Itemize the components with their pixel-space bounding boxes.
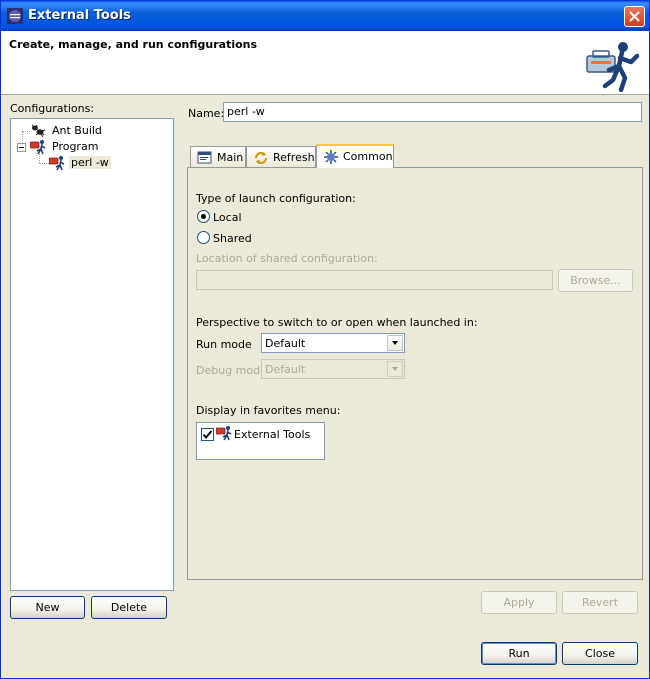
program-run-icon: [48, 155, 66, 171]
external-tools-runner-icon: [585, 40, 641, 93]
common-icon: [323, 149, 339, 165]
favorites-item-label: External Tools: [234, 428, 311, 441]
new-button[interactable]: New: [10, 596, 85, 619]
ant-icon: [30, 123, 47, 139]
favorites-label: Display in favorites menu:: [196, 404, 341, 417]
eclipse-icon: [7, 8, 23, 24]
tree-item-label: perl -w: [69, 156, 111, 169]
tree-item-label: Program: [52, 140, 99, 153]
program-icon: [29, 139, 47, 155]
debug-mode-select[interactable]: Default: [261, 359, 405, 379]
window-title: External Tools: [28, 8, 131, 23]
launch-type-label: Type of launch configuration:: [196, 192, 356, 205]
external-tools-dialog: External Tools Create, manage, and run c…: [0, 0, 650, 679]
perspective-label: Perspective to switch to or open when la…: [196, 316, 478, 329]
tab-main-label: Main: [217, 151, 244, 164]
delete-button[interactable]: Delete: [91, 596, 167, 619]
favorites-list[interactable]: External Tools: [196, 422, 325, 460]
debug-mode-label: Debug mode: [196, 364, 267, 377]
name-label: Name:: [188, 107, 225, 120]
run-mode-label: Run mode: [196, 338, 252, 351]
local-radio-label: Local: [213, 211, 242, 224]
run-mode-value: Default: [265, 337, 306, 350]
name-input[interactable]: perl -w: [223, 102, 642, 122]
refresh-icon: [253, 150, 269, 166]
dialog-banner: Create, manage, and run configurations: [1, 31, 649, 95]
main-tab-icon: [197, 150, 213, 166]
tree-connector: [22, 131, 30, 132]
local-radio[interactable]: [197, 210, 210, 223]
close-button[interactable]: Close: [562, 642, 638, 665]
banner-title: Create, manage, and run configurations: [9, 38, 258, 51]
configurations-label: Configurations:: [10, 102, 95, 115]
tab-common-label: Common: [343, 150, 393, 163]
shared-radio-label: Shared: [213, 232, 252, 245]
favorites-checkbox-external-tools[interactable]: [201, 428, 214, 441]
chevron-down-icon[interactable]: [387, 335, 403, 351]
tree-connector: [39, 163, 49, 164]
shared-location-input[interactable]: [196, 270, 553, 290]
tab-main[interactable]: Main: [190, 146, 246, 167]
tab-common[interactable]: Common: [316, 144, 394, 168]
tree-item-label: Ant Build: [52, 124, 102, 137]
shared-radio[interactable]: [197, 231, 210, 244]
browse-button[interactable]: Browse...: [558, 269, 633, 292]
debug-mode-value: Default: [265, 363, 306, 376]
title-bar[interactable]: External Tools: [1, 1, 649, 31]
external-tools-icon: [215, 425, 233, 441]
apply-button[interactable]: Apply: [481, 591, 557, 614]
tab-refresh[interactable]: Refresh: [246, 146, 316, 167]
close-window-button[interactable]: [624, 6, 645, 27]
configurations-tree[interactable]: Ant Build Program perl -w: [10, 118, 174, 591]
tab-refresh-label: Refresh: [273, 151, 315, 164]
run-mode-select[interactable]: Default: [261, 333, 405, 353]
collapse-expander-icon[interactable]: [17, 143, 26, 152]
run-button[interactable]: Run: [481, 642, 557, 665]
revert-button[interactable]: Revert: [562, 591, 638, 614]
chevron-down-icon[interactable]: [387, 361, 403, 377]
shared-location-label: Location of shared configuration:: [196, 252, 378, 265]
